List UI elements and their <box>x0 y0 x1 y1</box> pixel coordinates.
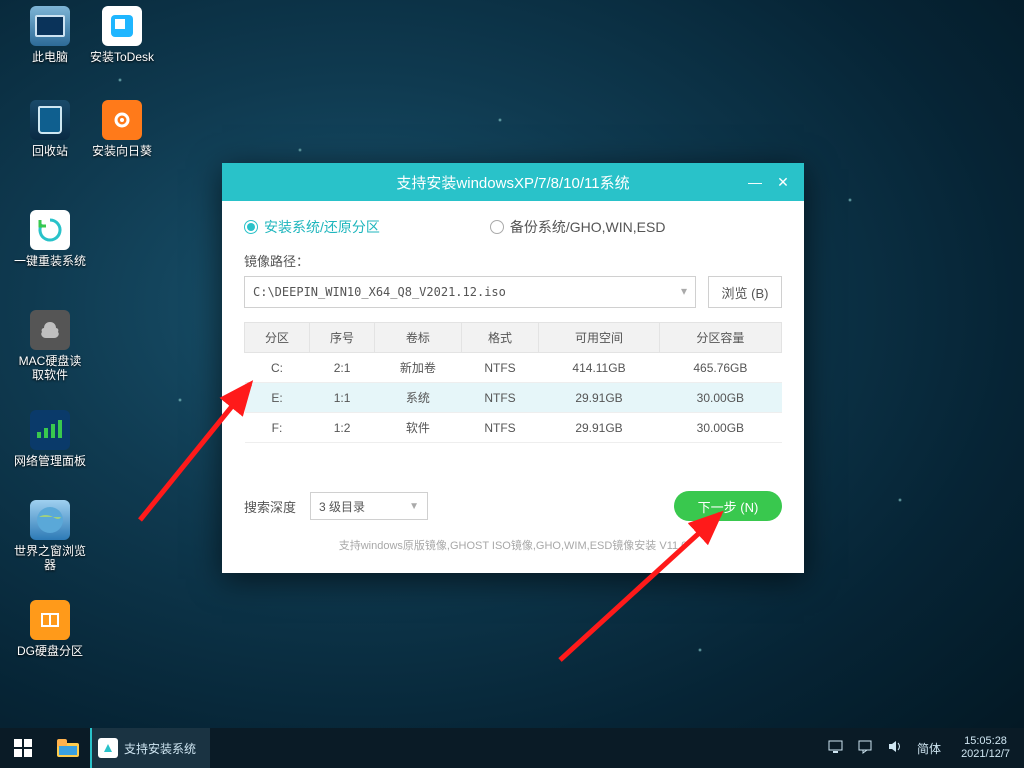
desktop-icon-label: DG硬盘分区 <box>14 644 86 658</box>
browse-button[interactable]: 浏览 (B) <box>708 276 782 308</box>
taskbar: 支持安装系统 简体 15:05:28 2021/12/7 <box>0 728 1024 768</box>
depth-label: 搜索深度 <box>244 497 296 516</box>
desktop-icon-macread[interactable]: MAC硬盘读取软件 <box>14 310 86 382</box>
tray-action-center-icon[interactable] <box>857 740 873 757</box>
radio-off-icon <box>490 220 504 234</box>
recycle-icon <box>30 100 70 140</box>
todesk-icon <box>102 6 142 46</box>
netpanel-icon <box>30 410 70 450</box>
sunflower-icon <box>102 100 142 140</box>
desktop-icon-label: 世界之窗浏览器 <box>14 544 86 572</box>
tray-clock[interactable]: 15:05:28 2021/12/7 <box>955 735 1016 761</box>
installer-window: 支持安装windowsXP/7/8/10/11系统 — ✕ 安装系统/还原分区 … <box>222 163 804 573</box>
col-header: 序号 <box>310 323 375 353</box>
desktop-icon-label: 安装ToDesk <box>86 50 158 64</box>
chevron-down-icon: ▼ <box>409 501 419 512</box>
chevron-down-icon: ▼ <box>681 287 687 298</box>
desktop-icon-recycle[interactable]: 回收站 <box>14 100 86 158</box>
tab-install[interactable]: 安装系统/还原分区 <box>244 217 380 237</box>
desktop-icon-label: 回收站 <box>14 144 86 158</box>
partition-table: 分区序号卷标格式可用空间分区容量 C:2:1新加卷NTFS414.11GB465… <box>244 322 782 443</box>
desktop-icon-label: 此电脑 <box>14 50 86 64</box>
desktop-icon-globe[interactable]: 世界之窗浏览器 <box>14 500 86 572</box>
desktop-icon-dg[interactable]: DG硬盘分区 <box>14 600 86 658</box>
iso-path-combo[interactable]: C:\DEEPIN_WIN10_X64_Q8_V2021.12.iso ▼ <box>244 276 696 308</box>
desktop-icon-reinstall[interactable]: 一键重装系统 <box>14 210 86 268</box>
window-title: 支持安装windowsXP/7/8/10/11系统 <box>396 172 629 193</box>
path-label: 镜像路径： <box>244 251 782 270</box>
desktop-icon-pc[interactable]: 此电脑 <box>14 6 86 64</box>
globe-icon <box>30 500 70 540</box>
col-header: 可用空间 <box>539 323 659 353</box>
taskbar-task-installer[interactable]: 支持安装系统 <box>90 728 210 768</box>
pc-icon <box>30 6 70 46</box>
desktop-icon-sunflower[interactable]: 安装向日葵 <box>86 100 158 158</box>
desktop-icon-label: 一键重装系统 <box>14 254 86 268</box>
titlebar: 支持安装windowsXP/7/8/10/11系统 — ✕ <box>222 163 804 201</box>
table-row[interactable]: C:2:1新加卷NTFS414.11GB465.76GB <box>245 353 782 383</box>
taskbar-explorer[interactable] <box>46 728 90 768</box>
col-header: 卷标 <box>375 323 462 353</box>
table-row[interactable]: F:1:2软件NTFS29.91GB30.00GB <box>245 413 782 443</box>
desktop-icon-label: 安装向日葵 <box>86 144 158 158</box>
radio-on-icon <box>244 220 258 234</box>
tab-backup[interactable]: 备份系统/GHO,WIN,ESD <box>490 217 666 237</box>
tray-volume-icon[interactable] <box>887 740 903 756</box>
footer-hint: 支持windows原版镜像,GHOST ISO镜像,GHO,WIM,ESD镜像安… <box>244 537 782 553</box>
desktop-icon-netpanel[interactable]: 网络管理面板 <box>14 410 86 468</box>
desktop-icon-label: 网络管理面板 <box>14 454 86 468</box>
dg-icon <box>30 600 70 640</box>
col-header: 分区 <box>245 323 310 353</box>
next-button[interactable]: 下一步 (N) <box>674 491 782 521</box>
start-button[interactable] <box>0 728 46 768</box>
task-icon <box>98 738 118 758</box>
depth-select[interactable]: 3 级目录 ▼ <box>310 492 428 520</box>
col-header: 分区容量 <box>659 323 781 353</box>
close-button[interactable]: ✕ <box>776 174 790 191</box>
reinstall-icon <box>30 210 70 250</box>
table-row[interactable]: E:1:1系统NTFS29.91GB30.00GB <box>245 383 782 413</box>
macread-icon <box>30 310 70 350</box>
minimize-button[interactable]: — <box>748 174 762 190</box>
tray-network-icon[interactable] <box>827 740 843 756</box>
desktop-icon-label: MAC硬盘读取软件 <box>14 354 86 382</box>
desktop-icon-todesk[interactable]: 安装ToDesk <box>86 6 158 64</box>
col-header: 格式 <box>461 323 539 353</box>
tray-ime[interactable]: 简体 <box>917 740 941 757</box>
